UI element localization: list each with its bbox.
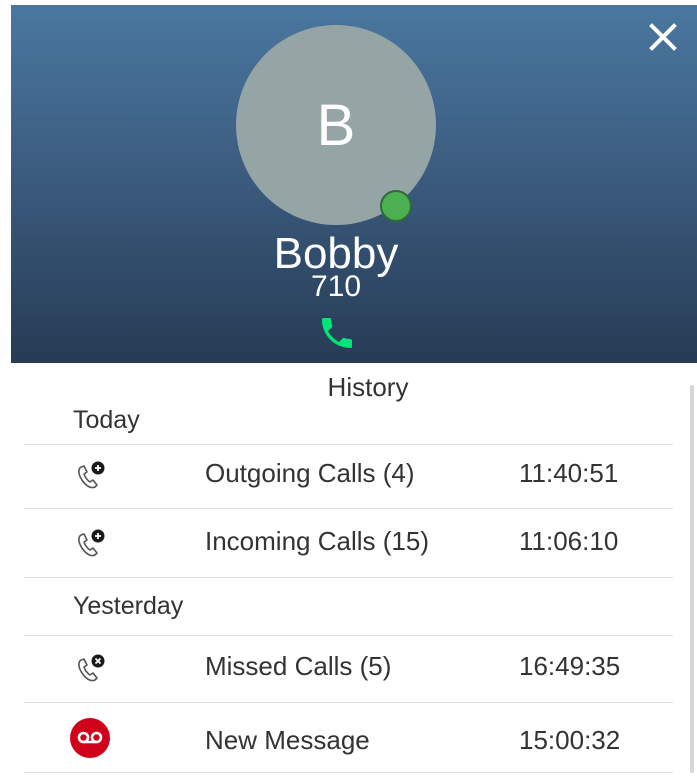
scrollbar[interactable] <box>690 385 694 773</box>
history-item-label: Missed Calls (5) <box>205 651 392 681</box>
contact-details-panel: B Bobby 710 History Today Outgoing Calls… <box>0 0 697 776</box>
missed-call-icon <box>68 647 112 691</box>
history-item-outgoing-calls[interactable]: Outgoing Calls (4) 11:40:51 <box>24 445 673 508</box>
call-button[interactable] <box>314 310 360 356</box>
voicemail-icon <box>68 716 112 760</box>
contact-extension: 710 <box>310 270 362 303</box>
history-item-time: 16:49:35 <box>519 651 621 681</box>
close-button[interactable] <box>641 15 685 59</box>
divider <box>24 772 673 773</box>
history-item-missed-calls[interactable]: Missed Calls (5) 16:49:35 <box>24 636 673 702</box>
contact-header: B Bobby 710 <box>11 5 697 363</box>
divider <box>24 577 673 578</box>
presence-indicator <box>380 190 412 222</box>
phone-icon <box>322 318 352 348</box>
history-item-new-message[interactable]: New Message 15:00:32 <box>24 703 673 773</box>
history-item-label: New Message <box>205 725 370 755</box>
history-item-label: Outgoing Calls (4) <box>205 458 415 488</box>
history-title: History <box>327 372 409 402</box>
history-item-time: 11:40:51 <box>519 458 619 488</box>
history-item-label: Incoming Calls (15) <box>205 526 429 556</box>
outgoing-call-icon <box>68 454 112 498</box>
history-item-time: 15:00:32 <box>519 725 621 755</box>
avatar-initial: B <box>316 92 356 158</box>
group-label-yesterday: Yesterday <box>73 592 184 620</box>
group-label-today: Today <box>73 406 140 434</box>
history-item-incoming-calls[interactable]: Incoming Calls (15) 11:06:10 <box>24 509 673 577</box>
close-icon <box>649 23 677 51</box>
incoming-call-icon <box>68 522 112 566</box>
history-item-time: 11:06:10 <box>519 526 619 556</box>
